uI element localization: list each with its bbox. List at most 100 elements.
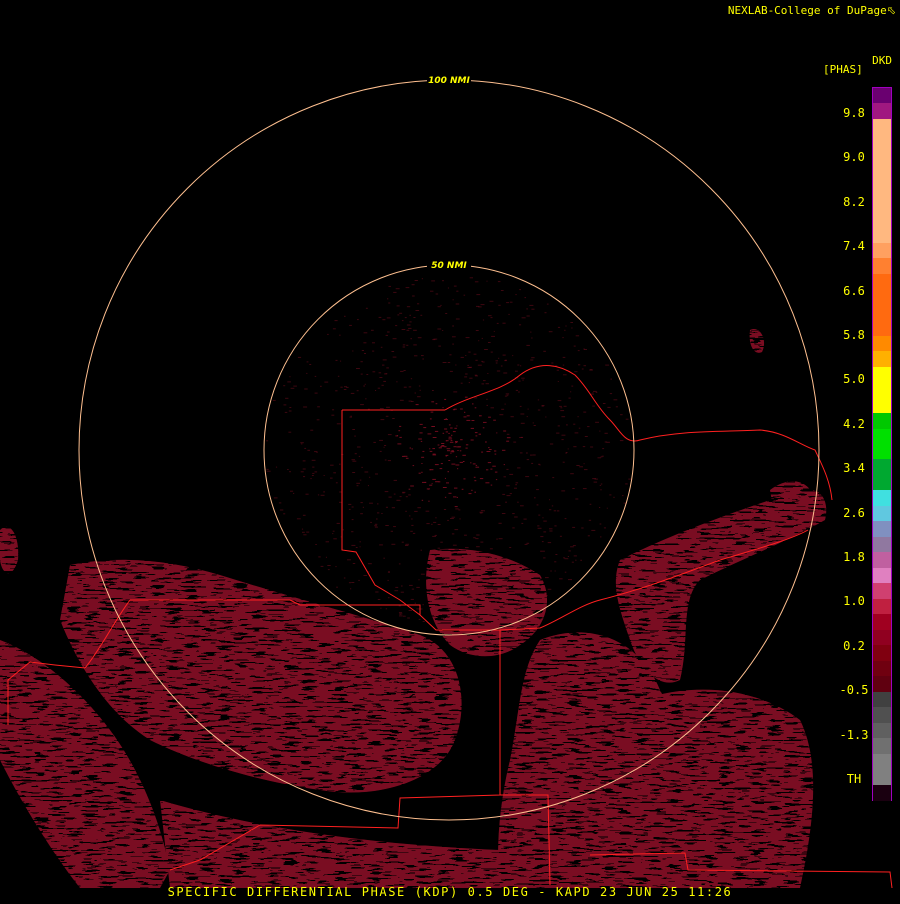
clutter-speck bbox=[537, 409, 541, 411]
clutter-speck bbox=[414, 355, 418, 357]
clutter-speck bbox=[449, 370, 453, 372]
clutter-speck bbox=[515, 484, 517, 486]
clutter-speck bbox=[578, 427, 581, 429]
clutter-speck bbox=[442, 432, 445, 434]
clutter-speck bbox=[411, 448, 413, 450]
clutter-speck bbox=[504, 359, 507, 361]
clutter-speck bbox=[571, 385, 574, 387]
clutter-speck bbox=[593, 481, 598, 483]
clutter-speck bbox=[336, 586, 338, 588]
clutter-speck bbox=[283, 404, 287, 406]
clutter-speck bbox=[445, 455, 447, 457]
clutter-speck bbox=[425, 510, 430, 512]
clutter-speck bbox=[445, 591, 448, 593]
clutter-speck bbox=[572, 488, 575, 489]
clutter-speck bbox=[483, 566, 486, 568]
clutter-speck bbox=[435, 403, 438, 405]
colorbar-band bbox=[873, 552, 891, 569]
clutter-speck bbox=[587, 535, 590, 537]
clutter-speck bbox=[422, 621, 425, 622]
clutter-speck bbox=[443, 589, 447, 591]
clutter-speck bbox=[592, 392, 594, 394]
clutter-speck bbox=[414, 392, 416, 394]
clutter-speck bbox=[377, 387, 381, 389]
clutter-speck bbox=[305, 493, 309, 495]
colorbar-band bbox=[873, 304, 891, 321]
clutter-speck bbox=[465, 447, 468, 449]
clutter-speck bbox=[454, 529, 459, 531]
clutter-speck bbox=[470, 551, 475, 553]
clutter-speck bbox=[572, 545, 576, 547]
clutter-speck bbox=[581, 527, 584, 529]
clutter-speck bbox=[351, 506, 354, 508]
clutter-speck bbox=[555, 554, 558, 555]
clutter-speck bbox=[467, 554, 470, 556]
clutter-speck bbox=[266, 470, 271, 472]
clutter-speck bbox=[356, 482, 360, 484]
clutter-speck bbox=[348, 503, 352, 505]
clutter-speck bbox=[414, 280, 418, 281]
clutter-speck bbox=[515, 482, 519, 484]
clutter-speck bbox=[599, 507, 601, 508]
clutter-speck bbox=[485, 441, 487, 443]
clutter-speck bbox=[302, 460, 306, 462]
clutter-speck bbox=[407, 617, 410, 619]
clutter-speck bbox=[435, 517, 437, 519]
clutter-speck bbox=[367, 485, 369, 487]
clutter-speck bbox=[413, 344, 417, 346]
clutter-speck bbox=[360, 373, 363, 375]
colorbar-band bbox=[873, 753, 891, 770]
clutter-speck bbox=[383, 557, 385, 559]
clutter-speck bbox=[455, 441, 458, 442]
clutter-speck bbox=[495, 479, 498, 481]
clutter-speck bbox=[463, 294, 466, 296]
clutter-speck bbox=[452, 336, 456, 338]
clutter-speck bbox=[430, 573, 432, 575]
colorbar-band bbox=[873, 707, 891, 724]
clutter-speck bbox=[385, 415, 389, 417]
clutter-speck bbox=[410, 485, 414, 487]
clutter-speck bbox=[420, 573, 425, 575]
clutter-speck bbox=[468, 351, 471, 353]
clutter-speck bbox=[466, 419, 471, 421]
clutter-speck bbox=[266, 440, 269, 442]
clutter-speck bbox=[290, 387, 295, 389]
clutter-speck bbox=[471, 420, 475, 421]
clutter-speck bbox=[405, 510, 407, 512]
clutter-speck bbox=[339, 334, 341, 336]
clutter-speck bbox=[367, 563, 372, 565]
clutter-speck bbox=[540, 550, 542, 552]
clutter-speck bbox=[531, 357, 535, 359]
clutter-speck bbox=[387, 298, 389, 300]
clutter-speck bbox=[498, 304, 501, 306]
clutter-speck bbox=[560, 410, 565, 412]
clutter-speck bbox=[365, 307, 368, 309]
clutter-speck bbox=[509, 493, 512, 495]
radar-map[interactable]: 100 NMI 50 NMI NEXLAB-College of DuPage⬁ … bbox=[0, 0, 900, 900]
clutter-speck bbox=[358, 455, 361, 457]
clutter-speck bbox=[500, 365, 503, 367]
clutter-speck bbox=[446, 589, 450, 591]
clutter-speck bbox=[409, 447, 411, 449]
clutter-speck bbox=[272, 399, 276, 401]
clutter-speck bbox=[559, 578, 563, 580]
clutter-speck bbox=[450, 452, 452, 454]
clutter-speck bbox=[587, 426, 590, 428]
clutter-speck bbox=[411, 518, 413, 520]
clutter-speck bbox=[509, 473, 514, 475]
clutter-speck bbox=[421, 471, 423, 473]
clutter-speck bbox=[460, 408, 463, 410]
clutter-speck bbox=[387, 579, 389, 581]
clutter-speck bbox=[465, 620, 469, 622]
clutter-speck bbox=[379, 450, 382, 452]
clutter-speck bbox=[431, 426, 435, 427]
clutter-speck bbox=[377, 503, 379, 505]
clutter-speck bbox=[401, 329, 406, 330]
clutter-speck bbox=[502, 449, 506, 451]
credit-label[interactable]: NEXLAB-College of DuPage⬁ bbox=[728, 4, 896, 17]
clutter-speck bbox=[502, 322, 506, 324]
clutter-speck bbox=[382, 364, 385, 366]
clutter-speck bbox=[506, 495, 511, 497]
clutter-speck bbox=[391, 351, 395, 352]
clutter-speck bbox=[575, 559, 577, 561]
